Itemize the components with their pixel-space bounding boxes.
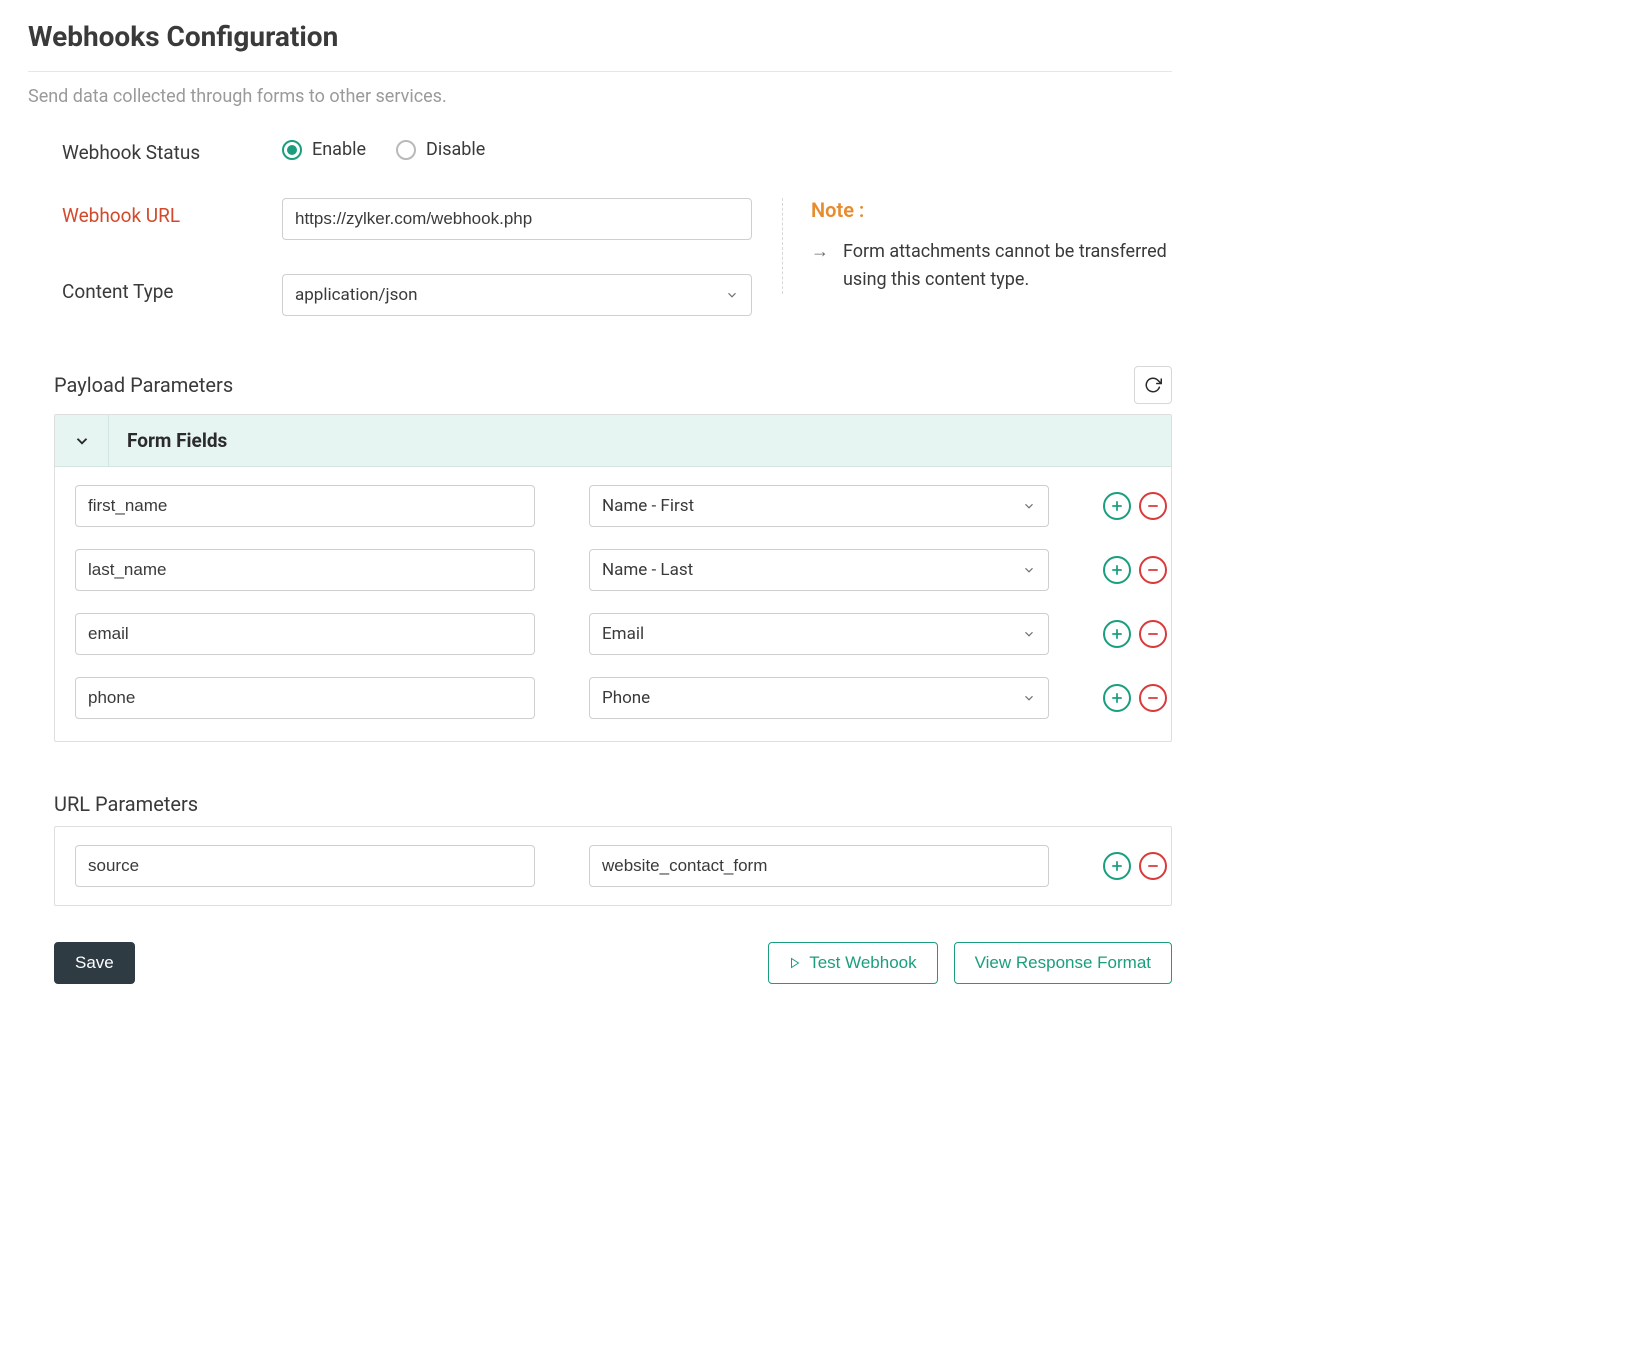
- page-title: Webhooks Configuration: [28, 20, 1172, 53]
- payload-key-input[interactable]: [75, 677, 535, 719]
- delete-row-button[interactable]: [1139, 556, 1167, 584]
- view-response-format-button[interactable]: View Response Format: [954, 942, 1172, 984]
- plus-icon: [1110, 691, 1124, 705]
- plus-icon: [1110, 563, 1124, 577]
- minus-icon: [1146, 499, 1160, 513]
- delete-row-button[interactable]: [1139, 684, 1167, 712]
- plus-icon: [1110, 627, 1124, 641]
- delete-row-button[interactable]: [1139, 620, 1167, 648]
- divider: [28, 71, 1172, 72]
- chevron-down-icon: [725, 288, 739, 302]
- payload-key-input[interactable]: [75, 485, 535, 527]
- payload-mapping-select[interactable]: Email: [589, 613, 1049, 655]
- note-title: Note :: [811, 198, 1172, 222]
- content-type-label: Content Type: [62, 274, 252, 303]
- content-type-select[interactable]: application/json: [282, 274, 752, 316]
- content-type-value: application/json: [295, 285, 417, 305]
- play-icon: [789, 957, 801, 969]
- payload-row: Email: [75, 613, 1151, 655]
- url-param-key-input[interactable]: [75, 845, 535, 887]
- disable-label: Disable: [426, 139, 485, 160]
- webhook-url-input[interactable]: [282, 198, 752, 240]
- payload-row: Phone: [75, 677, 1151, 719]
- payload-mapping-value: Phone: [602, 688, 650, 708]
- webhook-status-enable-radio[interactable]: Enable: [282, 139, 366, 160]
- add-row-button[interactable]: [1103, 620, 1131, 648]
- reload-icon: [1144, 376, 1162, 394]
- chevron-down-icon: [1022, 499, 1036, 513]
- save-button[interactable]: Save: [54, 942, 135, 984]
- add-row-button[interactable]: [1103, 556, 1131, 584]
- plus-icon: [1110, 499, 1124, 513]
- payload-mapping-value: Name - First: [602, 496, 694, 516]
- test-webhook-label: Test Webhook: [809, 953, 916, 973]
- chevron-down-icon: [1022, 691, 1036, 705]
- page-description: Send data collected through forms to oth…: [28, 86, 1172, 107]
- payload-mapping-select[interactable]: Name - First: [589, 485, 1049, 527]
- minus-icon: [1146, 691, 1160, 705]
- note-text: Form attachments cannot be transferred u…: [843, 238, 1172, 294]
- payload-row: Name - First: [75, 485, 1151, 527]
- chevron-down-icon: [1022, 627, 1036, 641]
- delete-row-button[interactable]: [1139, 852, 1167, 880]
- webhook-status-radiogroup: Enable Disable: [282, 135, 752, 160]
- reload-button[interactable]: [1134, 366, 1172, 404]
- chevron-down-icon: [73, 432, 91, 450]
- payload-panel: Form Fields Name - First Name - Last Email…: [54, 414, 1172, 742]
- url-param-row: [75, 845, 1151, 887]
- minus-icon: [1146, 627, 1160, 641]
- payload-section-label: Payload Parameters: [54, 373, 233, 397]
- payload-mapping-value: Email: [602, 624, 644, 644]
- webhook-status-label: Webhook Status: [62, 135, 252, 164]
- plus-icon: [1110, 859, 1124, 873]
- add-row-button[interactable]: [1103, 492, 1131, 520]
- add-row-button[interactable]: [1103, 852, 1131, 880]
- payload-key-input[interactable]: [75, 549, 535, 591]
- payload-mapping-value: Name - Last: [602, 560, 693, 580]
- minus-icon: [1146, 859, 1160, 873]
- webhook-status-disable-radio[interactable]: Disable: [396, 139, 485, 160]
- form-fields-header: Form Fields: [109, 415, 245, 466]
- test-webhook-button[interactable]: Test Webhook: [768, 942, 937, 984]
- url-param-value-input[interactable]: [589, 845, 1049, 887]
- chevron-down-icon: [1022, 563, 1036, 577]
- arrow-right-icon: →: [811, 238, 829, 294]
- url-params-section-label: URL Parameters: [54, 792, 198, 816]
- minus-icon: [1146, 563, 1160, 577]
- form-fields-expander[interactable]: [55, 415, 109, 466]
- enable-label: Enable: [312, 139, 366, 160]
- url-params-panel: [54, 826, 1172, 906]
- payload-mapping-select[interactable]: Phone: [589, 677, 1049, 719]
- payload-row: Name - Last: [75, 549, 1151, 591]
- delete-row-button[interactable]: [1139, 492, 1167, 520]
- payload-mapping-select[interactable]: Name - Last: [589, 549, 1049, 591]
- webhook-url-label: Webhook URL: [62, 198, 252, 227]
- payload-key-input[interactable]: [75, 613, 535, 655]
- note-panel: Note : → Form attachments cannot be tran…: [782, 198, 1172, 294]
- add-row-button[interactable]: [1103, 684, 1131, 712]
